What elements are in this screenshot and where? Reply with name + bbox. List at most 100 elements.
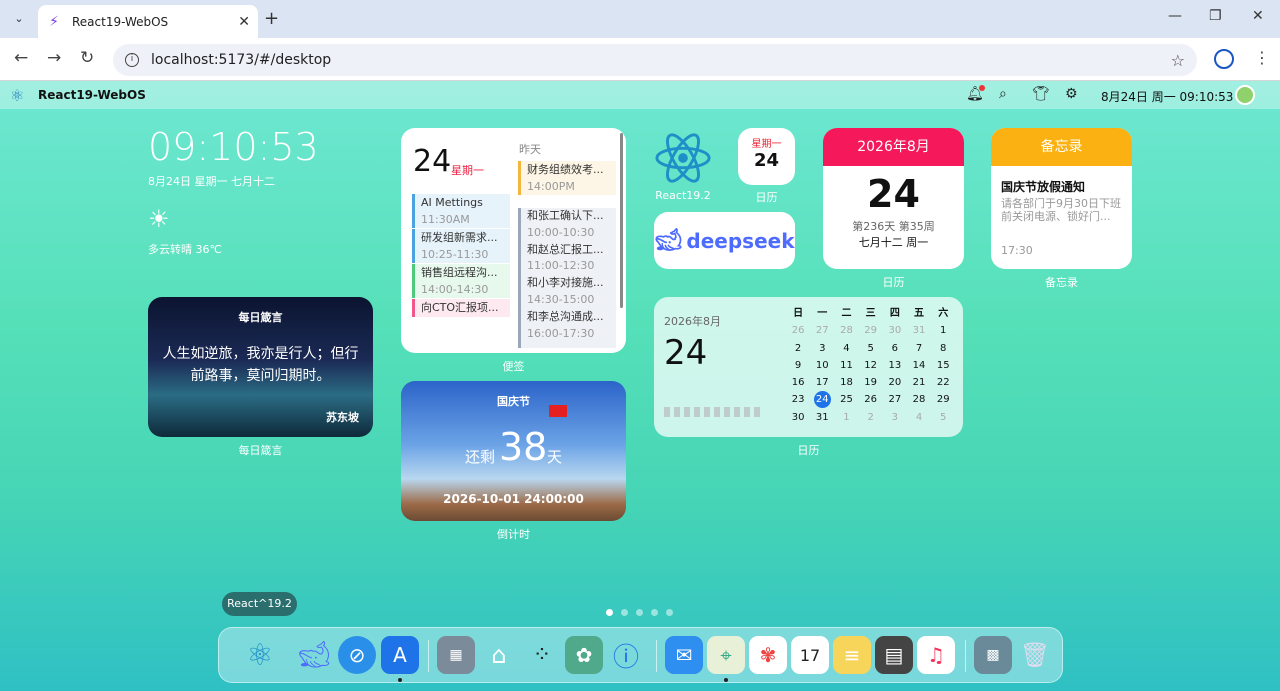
- calendar-day[interactable]: 9: [786, 357, 810, 374]
- calendar-day[interactable]: 14: [907, 357, 931, 374]
- close-window-button[interactable]: ✕: [1252, 8, 1264, 24]
- profile-icon[interactable]: [1214, 49, 1234, 69]
- avatar[interactable]: [1235, 85, 1255, 105]
- note-event[interactable]: 研发组新需求... 10:25-11:30: [412, 229, 510, 263]
- calendar-day[interactable]: 10: [810, 357, 834, 374]
- info-icon[interactable]: ⓘ: [607, 636, 645, 674]
- search-icon[interactable]: ⌕: [999, 86, 1007, 102]
- calendar-day[interactable]: 19: [859, 374, 883, 391]
- calendar-day[interactable]: 7: [907, 340, 931, 357]
- calendar-day[interactable]: 8: [931, 340, 955, 357]
- calendar-day[interactable]: 2: [786, 340, 810, 357]
- calendar-day[interactable]: 29: [859, 322, 883, 339]
- calendar-day[interactable]: 26: [859, 391, 883, 408]
- calendar-day[interactable]: 30: [786, 409, 810, 426]
- react-app-icon[interactable]: [654, 129, 712, 187]
- calendar-day[interactable]: 1: [834, 409, 858, 426]
- note-event[interactable]: 向CTO汇报项...: [412, 299, 510, 317]
- back-icon[interactable]: ←: [14, 48, 28, 68]
- note-event-group[interactable]: 和张工确认下... 10:00-10:30 和赵总汇报工... 11:00-12:30…: [518, 208, 616, 348]
- home-icon[interactable]: ⌂: [480, 636, 518, 674]
- calendar-day[interactable]: 5: [931, 409, 955, 426]
- calendar-day[interactable]: 23: [786, 391, 810, 408]
- calendar-day[interactable]: 4: [834, 340, 858, 357]
- music-icon[interactable]: ♫: [917, 636, 955, 674]
- page-dot[interactable]: [621, 609, 628, 616]
- react-logo-icon[interactable]: ⚛: [10, 86, 24, 105]
- shirt-icon[interactable]: 👕︎: [1032, 86, 1050, 102]
- month-calendar-widget[interactable]: 2026年8月 24 日一二三四五六 26 27 28 29 30 31 1 2 3 4 5 6 7 8 9 1…: [654, 297, 963, 437]
- close-tab-icon[interactable]: ✕: [238, 14, 250, 30]
- calendar-day[interactable]: 28: [834, 322, 858, 339]
- calendar-day[interactable]: 13: [883, 357, 907, 374]
- calendar-day[interactable]: 3: [810, 340, 834, 357]
- calendar-day[interactable]: 26: [786, 322, 810, 339]
- page-dot[interactable]: [636, 609, 643, 616]
- note-event[interactable]: AI Mettings 11:30AM: [412, 194, 510, 228]
- app-grid-icon[interactable]: ▦: [437, 636, 475, 674]
- calendar-day[interactable]: 25: [834, 391, 858, 408]
- deepseek-dock-icon[interactable]: 🐋︎: [295, 636, 333, 674]
- notes-icon[interactable]: ≡: [833, 636, 871, 674]
- url-field[interactable]: i localhost:5173/#/desktop ☆: [113, 44, 1197, 76]
- memo-widget[interactable]: 备忘录 国庆节放假通知 请各部门于9月30日下班前关闭电源、锁好门... 17:…: [991, 128, 1132, 269]
- calendar-day[interactable]: 31: [907, 322, 931, 339]
- calendar-day[interactable]: 17: [810, 374, 834, 391]
- calendar-day[interactable]: 29: [931, 391, 955, 408]
- page-indicator[interactable]: [606, 609, 673, 616]
- forward-icon[interactable]: →: [47, 48, 61, 68]
- safari-icon[interactable]: ⊘: [338, 636, 376, 674]
- calendar-day[interactable]: 15: [931, 357, 955, 374]
- menubar-clock[interactable]: 8月24日 周一 09:10:53: [1101, 88, 1233, 105]
- calendar-day[interactable]: 27: [810, 322, 834, 339]
- calendar-day[interactable]: 16: [786, 374, 810, 391]
- notes-widget[interactable]: 24 星期一 昨天 AI Mettings 11:30AM 研发组新需求... 10:…: [401, 128, 626, 353]
- calendar-day[interactable]: 4: [907, 409, 931, 426]
- new-tab-button[interactable]: +: [264, 8, 279, 29]
- calendar-day[interactable]: 11: [834, 357, 858, 374]
- deepseek-widget[interactable]: 🐋︎ deepseek: [654, 212, 795, 269]
- calendar-day[interactable]: 21: [907, 374, 931, 391]
- widget-app-icon[interactable]: ✿: [565, 636, 603, 674]
- notes-scrollbar[interactable]: [620, 133, 623, 308]
- minimize-button[interactable]: —: [1168, 8, 1182, 24]
- quote-widget[interactable]: 每日箴言 人生如逆旅，我亦是行人；但行前路事，莫问归期时。 苏东坡: [148, 297, 373, 437]
- calendar-day[interactable]: 3: [883, 409, 907, 426]
- calendar-day[interactable]: 27: [883, 391, 907, 408]
- page-dot[interactable]: [651, 609, 658, 616]
- calendar-day[interactable]: 30: [883, 322, 907, 339]
- browser-menu-icon[interactable]: ⋮: [1254, 48, 1270, 67]
- page-dot[interactable]: [666, 609, 673, 616]
- note-event[interactable]: 销售组远程沟... 14:00-14:30: [412, 264, 510, 298]
- trash-icon[interactable]: 🗑︎: [1016, 636, 1054, 674]
- app-store-icon[interactable]: A: [381, 636, 419, 674]
- photos-icon[interactable]: ✾: [749, 636, 787, 674]
- calendar-day[interactable]: 1: [931, 322, 955, 339]
- restore-button[interactable]: ❐: [1209, 8, 1222, 24]
- calendar-day[interactable]: 28: [907, 391, 931, 408]
- reload-icon[interactable]: ↻: [80, 48, 94, 68]
- calendar-day[interactable]: 18: [834, 374, 858, 391]
- gear-icon[interactable]: ⚙: [1065, 86, 1078, 102]
- countdown-widget[interactable]: 国庆节 还剩 38 天 2026-10-01 24:00:00: [401, 381, 626, 521]
- mail-icon[interactable]: ✉: [665, 636, 703, 674]
- page-dot[interactable]: [606, 609, 613, 616]
- calendar-dock-icon[interactable]: 17: [791, 636, 829, 674]
- tab-search-menu[interactable]: ⌄: [8, 9, 30, 29]
- browser-tab[interactable]: ⚡ React19-WebOS ✕: [38, 5, 258, 38]
- calendar-day[interactable]: 24: [810, 391, 834, 409]
- react-dock-icon[interactable]: ⚛: [241, 636, 279, 674]
- calendar-day[interactable]: 20: [883, 374, 907, 391]
- calculator-icon[interactable]: ▤: [875, 636, 913, 674]
- bookmark-star-icon[interactable]: ☆: [1171, 51, 1185, 70]
- calendar-day[interactable]: 6: [883, 340, 907, 357]
- chart-icon[interactable]: ⁘: [523, 636, 561, 674]
- calendar-day[interactable]: 5: [859, 340, 883, 357]
- calendar-app-icon[interactable]: 星期一 24: [738, 128, 795, 185]
- calendar-card-widget[interactable]: 2026年8月 24 第236天 第35周 七月十二 周一: [823, 128, 964, 269]
- calendar-day[interactable]: 31: [810, 409, 834, 426]
- launchpad-icon[interactable]: ▩: [974, 636, 1012, 674]
- maps-icon[interactable]: ⌖: [707, 636, 745, 674]
- calendar-day[interactable]: 22: [931, 374, 955, 391]
- calendar-day[interactable]: 2: [859, 409, 883, 426]
